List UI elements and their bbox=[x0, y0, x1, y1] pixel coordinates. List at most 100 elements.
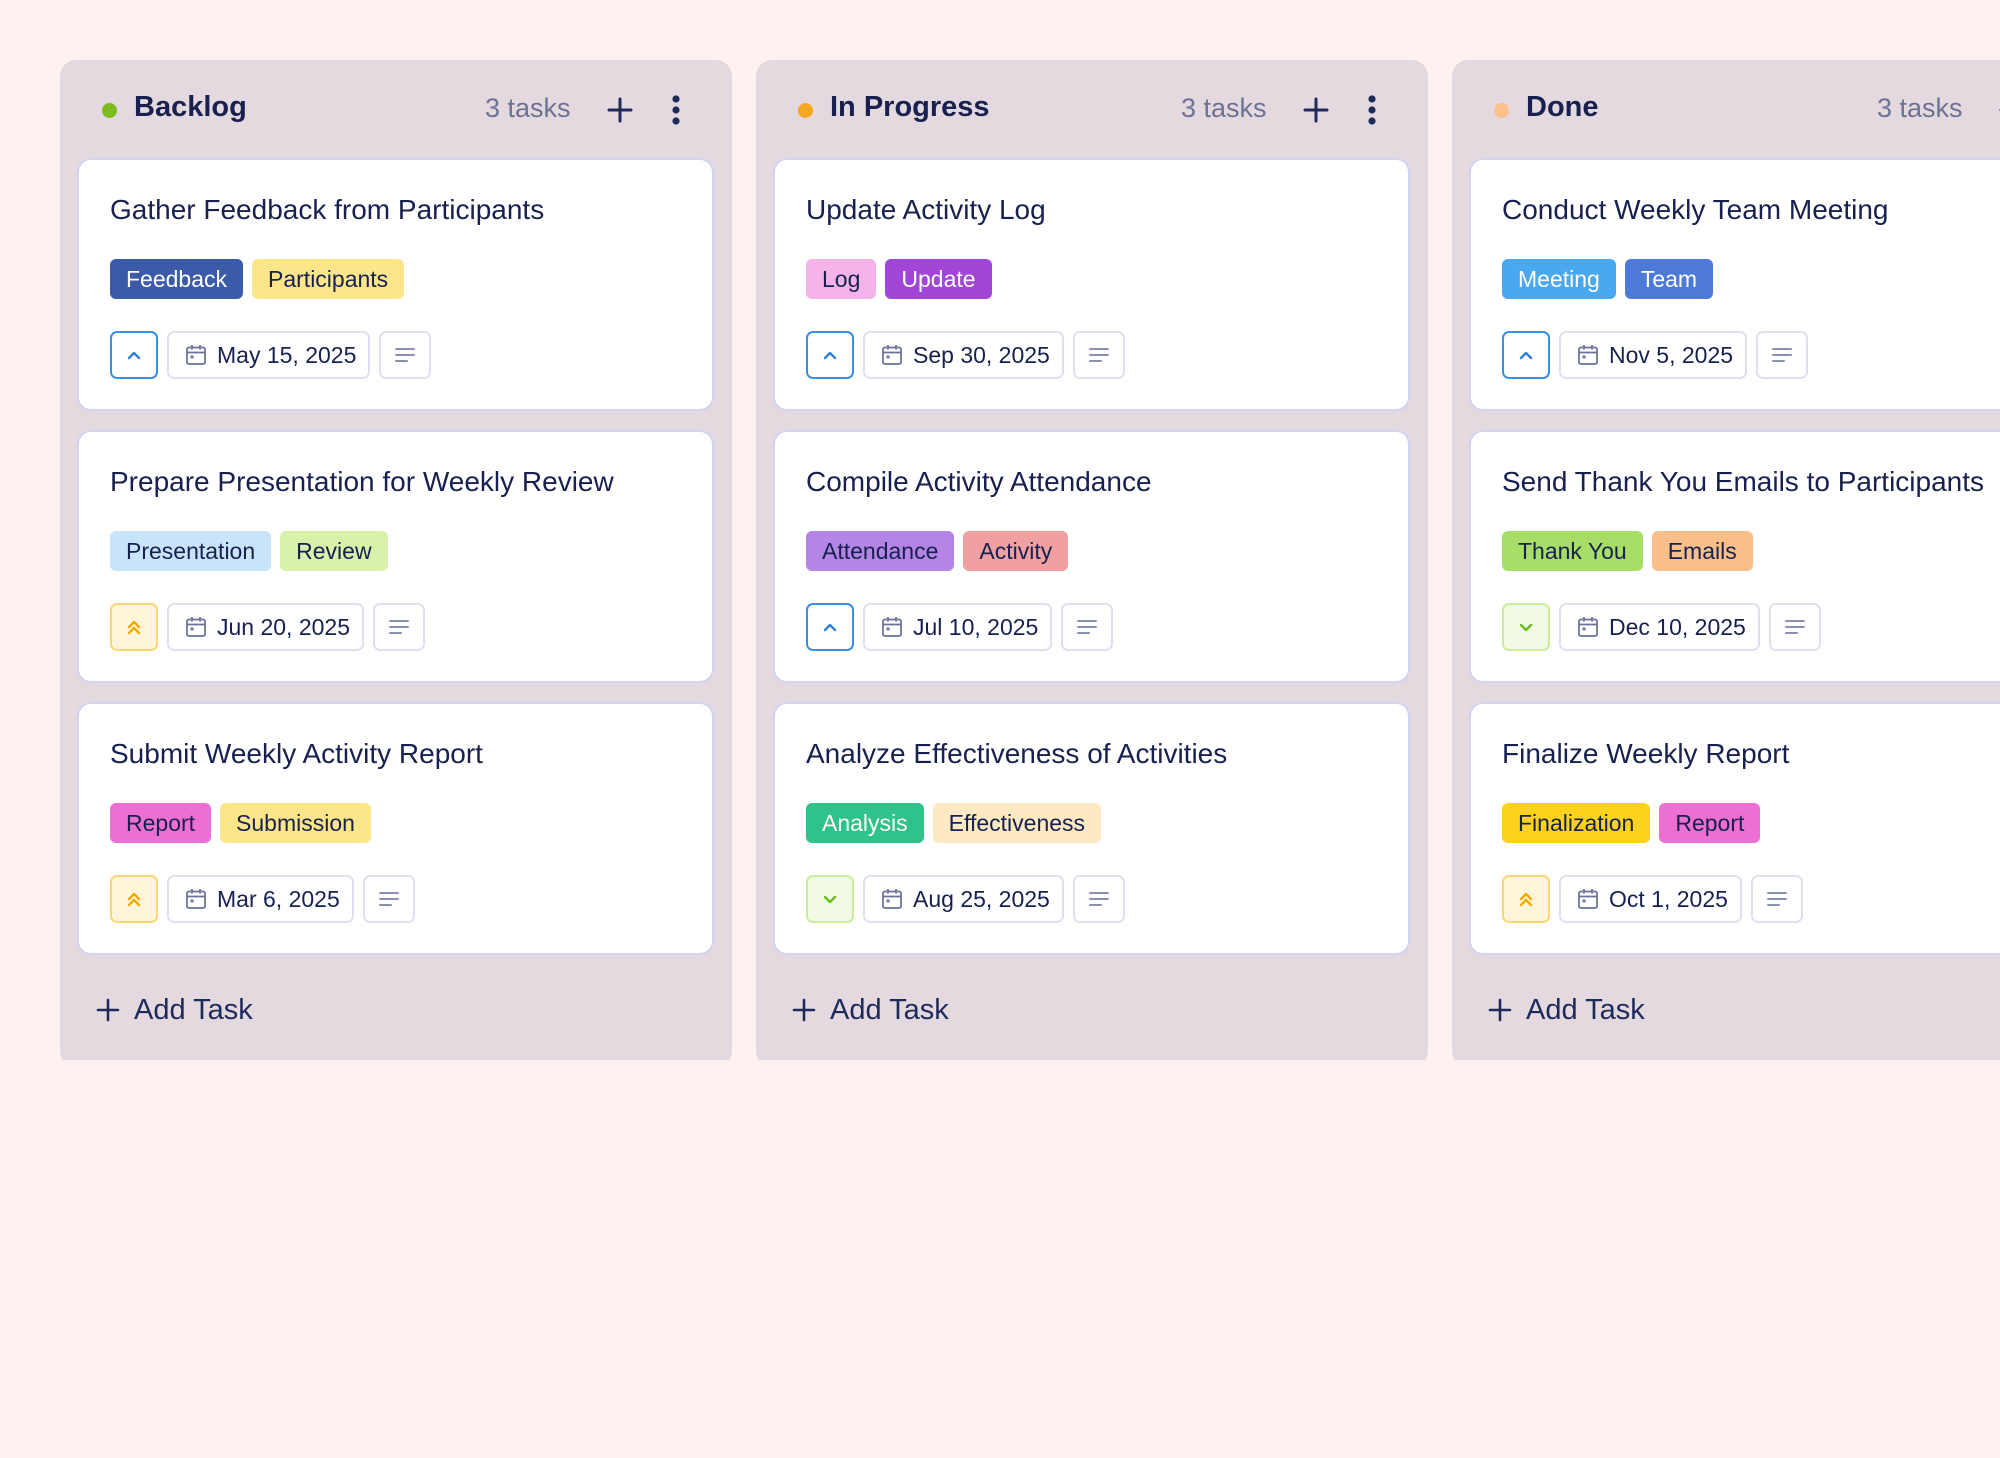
calendar-icon bbox=[185, 344, 207, 366]
column-task-count: 3 tasks bbox=[1877, 93, 1963, 123]
plus-icon[interactable] bbox=[1298, 92, 1334, 128]
due-date-text: Nov 5, 2025 bbox=[1609, 341, 1734, 368]
due-date-button[interactable]: Dec 10, 2025 bbox=[1559, 603, 1760, 651]
due-date-text: Jul 10, 2025 bbox=[913, 613, 1039, 640]
task-meta: Jul 10, 2025 bbox=[806, 603, 1114, 651]
column-header: In Progress 3 tasks bbox=[756, 60, 1428, 158]
due-date-text: Oct 1, 2025 bbox=[1609, 885, 1728, 912]
tag: Analysis bbox=[806, 803, 924, 843]
due-date-button[interactable]: Mar 6, 2025 bbox=[167, 875, 354, 923]
task-meta: Nov 5, 2025 bbox=[1502, 331, 1809, 379]
due-date-text: Dec 10, 2025 bbox=[1609, 613, 1746, 640]
due-date-button[interactable]: Oct 1, 2025 bbox=[1559, 875, 1742, 923]
priority-button-high[interactable] bbox=[110, 875, 158, 923]
column-header: Done 3 tasks bbox=[1452, 60, 2000, 158]
description-lines-icon[interactable] bbox=[1061, 603, 1114, 651]
plus-icon[interactable] bbox=[602, 92, 638, 128]
task-card[interactable]: Finalize Weekly Report Finalization Repo… bbox=[1469, 702, 2000, 955]
task-card[interactable]: Submit Weekly Activity Report Report Sub… bbox=[77, 702, 714, 955]
task-card[interactable]: Prepare Presentation for Weekly Review P… bbox=[77, 430, 714, 683]
task-card[interactable]: Conduct Weekly Team Meeting Meeting Team… bbox=[1469, 158, 2000, 411]
column-status-dot bbox=[1494, 103, 1509, 118]
task-card[interactable]: Compile Activity Attendance Attendance A… bbox=[773, 430, 1410, 683]
tag-list: Analysis Effectiveness bbox=[806, 803, 1102, 843]
chevron-up-icon bbox=[819, 616, 841, 638]
tag: Participants bbox=[252, 259, 405, 299]
tag: Attendance bbox=[806, 531, 955, 571]
due-date-button[interactable]: Nov 5, 2025 bbox=[1559, 331, 1748, 379]
column-in-progress: In Progress 3 tasks Update Activity Log … bbox=[756, 60, 1428, 1060]
task-title: Send Thank You Emails to Participants bbox=[1502, 466, 1985, 497]
tag: Review bbox=[280, 531, 388, 571]
task-title: Conduct Weekly Team Meeting bbox=[1502, 194, 1889, 225]
priority-button-medium[interactable] bbox=[1502, 331, 1550, 379]
plus-icon bbox=[94, 996, 122, 1024]
task-card[interactable]: Update Activity Log Log Update Sep 30, 2… bbox=[773, 158, 1410, 411]
priority-button-medium[interactable] bbox=[110, 331, 158, 379]
add-task-button[interactable]: Add Task bbox=[790, 990, 949, 1030]
tag: Thank You bbox=[1502, 531, 1643, 571]
column-backlog: Backlog 3 tasks Gather Feedback from Par… bbox=[60, 60, 732, 1060]
task-card[interactable]: Analyze Effectiveness of Activities Anal… bbox=[773, 702, 1410, 955]
description-lines-icon[interactable] bbox=[1756, 331, 1809, 379]
task-title: Prepare Presentation for Weekly Review bbox=[110, 466, 614, 497]
task-title: Submit Weekly Activity Report bbox=[110, 738, 483, 769]
task-meta: Aug 25, 2025 bbox=[806, 875, 1125, 923]
column-title: Done bbox=[1526, 91, 1599, 123]
task-title: Analyze Effectiveness of Activities bbox=[806, 738, 1228, 769]
task-title: Gather Feedback from Participants bbox=[110, 194, 545, 225]
plus-icon[interactable] bbox=[1994, 92, 2000, 128]
due-date-button[interactable]: Aug 25, 2025 bbox=[863, 875, 1064, 923]
tag: Submission bbox=[220, 803, 371, 843]
tag: Report bbox=[1659, 803, 1761, 843]
due-date-button[interactable]: Jul 10, 2025 bbox=[863, 603, 1053, 651]
due-date-text: Mar 6, 2025 bbox=[217, 885, 340, 912]
priority-button-high[interactable] bbox=[1502, 875, 1550, 923]
due-date-text: Sep 30, 2025 bbox=[913, 341, 1050, 368]
calendar-icon bbox=[881, 344, 903, 366]
add-task-label: Add Task bbox=[1526, 993, 1645, 1026]
column-status-dot bbox=[102, 103, 117, 118]
description-lines-icon[interactable] bbox=[1072, 875, 1125, 923]
plus-icon bbox=[790, 996, 818, 1024]
description-lines-icon[interactable] bbox=[1750, 875, 1803, 923]
priority-button-medium[interactable] bbox=[806, 331, 854, 379]
tag: Activity bbox=[963, 531, 1069, 571]
description-lines-icon[interactable] bbox=[1072, 331, 1125, 379]
task-meta: Oct 1, 2025 bbox=[1502, 875, 1803, 923]
kebab-menu-icon[interactable] bbox=[1362, 92, 1382, 128]
calendar-icon bbox=[1577, 616, 1599, 638]
add-task-button[interactable]: Add Task bbox=[94, 990, 253, 1030]
due-date-button[interactable]: May 15, 2025 bbox=[167, 331, 371, 379]
chevron-up-icon bbox=[1515, 344, 1537, 366]
due-date-button[interactable]: Sep 30, 2025 bbox=[863, 331, 1064, 379]
column-done: Done 3 tasks Conduct Weekly Team Meeting… bbox=[1452, 60, 2000, 1060]
tag: Effectiveness bbox=[932, 803, 1102, 843]
tag-list: Report Submission bbox=[110, 803, 371, 843]
kanban-board: Backlog 3 tasks Gather Feedback from Par… bbox=[60, 60, 2000, 1060]
column-status-dot bbox=[798, 103, 813, 118]
description-lines-icon[interactable] bbox=[379, 331, 432, 379]
task-title: Finalize Weekly Report bbox=[1502, 738, 1790, 769]
tag: Team bbox=[1624, 259, 1714, 299]
priority-button-medium[interactable] bbox=[806, 603, 854, 651]
priority-button-low[interactable] bbox=[806, 875, 854, 923]
description-lines-icon[interactable] bbox=[362, 875, 415, 923]
task-meta: Jun 20, 2025 bbox=[110, 603, 426, 651]
priority-button-high[interactable] bbox=[110, 603, 158, 651]
task-card[interactable]: Send Thank You Emails to Participants Th… bbox=[1469, 430, 2000, 683]
task-title: Update Activity Log bbox=[806, 194, 1046, 225]
chevron-down-icon bbox=[1515, 616, 1537, 638]
kebab-menu-icon[interactable] bbox=[666, 92, 686, 128]
task-card[interactable]: Gather Feedback from Participants Feedba… bbox=[77, 158, 714, 411]
calendar-icon bbox=[185, 888, 207, 910]
add-task-button[interactable]: Add Task bbox=[1486, 990, 1645, 1030]
task-meta: Mar 6, 2025 bbox=[110, 875, 415, 923]
description-lines-icon[interactable] bbox=[373, 603, 426, 651]
due-date-button[interactable]: Jun 20, 2025 bbox=[167, 603, 365, 651]
description-lines-icon[interactable] bbox=[1768, 603, 1821, 651]
priority-button-low[interactable] bbox=[1502, 603, 1550, 651]
tag: Emails bbox=[1651, 531, 1753, 571]
task-meta: Sep 30, 2025 bbox=[806, 331, 1125, 379]
calendar-icon bbox=[881, 888, 903, 910]
